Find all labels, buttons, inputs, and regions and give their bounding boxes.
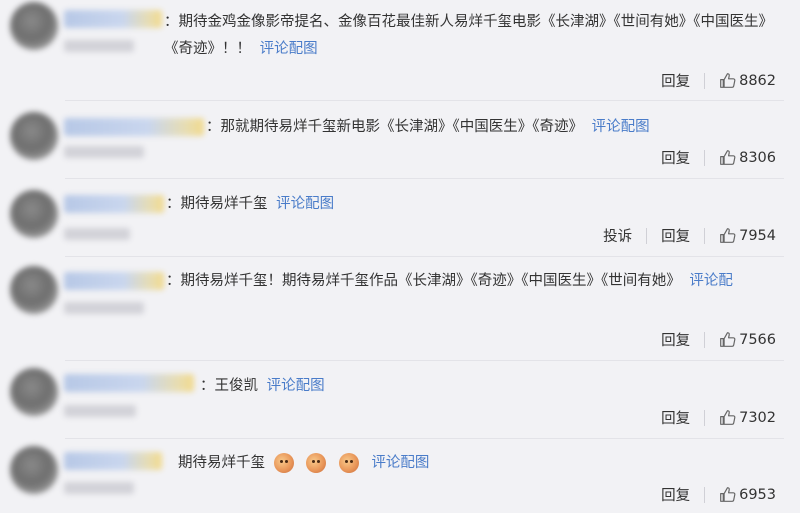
username-blurred[interactable] xyxy=(64,195,164,213)
face-emoji-icon xyxy=(338,453,359,473)
report-button[interactable]: 投诉 xyxy=(589,225,646,246)
reply-button[interactable]: 回复 xyxy=(647,407,704,428)
comment-body: ：王俊凯 xyxy=(200,378,258,394)
thumbs-up-icon xyxy=(720,150,736,165)
like-button[interactable]: 8862 xyxy=(705,72,776,89)
reply-button[interactable]: 回复 xyxy=(647,70,704,91)
like-button[interactable]: 7302 xyxy=(705,409,776,426)
username-blurred[interactable] xyxy=(64,10,162,28)
comment-divider xyxy=(65,256,784,257)
comment-image-link[interactable]: 评论配图 xyxy=(276,196,334,212)
comment-body: ：期待易烊千玺 xyxy=(166,196,268,212)
reply-button[interactable]: 回复 xyxy=(647,329,704,350)
like-count: 7302 xyxy=(739,409,776,426)
comment-actions: 回复 7566 xyxy=(647,329,776,350)
comment-text: ：那就期待易烊千玺新电影《长津湖》《中国医生》《奇迹》 评论配图 xyxy=(206,114,650,141)
comment-image-link[interactable]: 评论配图 xyxy=(260,41,318,57)
comment-actions: 回复 7302 xyxy=(647,407,776,428)
meta-blurred xyxy=(64,40,134,52)
face-emoji-icon xyxy=(306,453,327,473)
comment-body: ：那就期待易烊千玺新电影《长津湖》《中国医生》《奇迹》 xyxy=(206,119,583,135)
comment-image-link[interactable]: 评论配图 xyxy=(267,378,325,394)
like-count: 8862 xyxy=(739,72,776,89)
comment-text: 期待易烊千玺 评论配图 xyxy=(178,450,429,477)
reply-button[interactable]: 回复 xyxy=(647,147,704,168)
comment-body: ：期待易烊千玺！期待易烊千玺作品《长津湖》《奇迹》《中国医生》《世间有她》 xyxy=(166,273,681,289)
comment-image-link[interactable]: 评论配图 xyxy=(371,455,429,471)
like-button[interactable]: 7954 xyxy=(705,227,776,244)
thumbs-up-icon xyxy=(720,410,736,425)
meta-blurred xyxy=(64,146,144,158)
comment-text: ：期待金鸡金像影帝提名、金像百花最佳新人易烊千玺电影《长津湖》《世间有她》《中国… xyxy=(164,9,790,63)
like-count: 7954 xyxy=(739,227,776,244)
comment-divider xyxy=(65,438,784,439)
comment-divider xyxy=(65,178,784,179)
like-button[interactable]: 8306 xyxy=(705,149,776,166)
comment-text: ：期待易烊千玺 评论配图 xyxy=(166,191,334,218)
comment-text: ：期待易烊千玺！期待易烊千玺作品《长津湖》《奇迹》《中国医生》《世间有她》 评论… xyxy=(166,268,733,295)
comment-divider xyxy=(65,100,784,101)
comment-body: ：期待金鸡金像影帝提名、金像百花最佳新人易烊千玺电影《长津湖》《世间有她》《中国… xyxy=(164,14,773,57)
comment-actions: 回复 8306 xyxy=(647,147,776,168)
comment-text: ：王俊凯 评论配图 xyxy=(200,373,325,400)
like-button[interactable]: 7566 xyxy=(705,331,776,348)
username-blurred[interactable] xyxy=(64,374,194,392)
face-emoji-icon xyxy=(273,453,294,473)
reply-button[interactable]: 回复 xyxy=(647,484,704,505)
meta-blurred xyxy=(64,405,136,417)
reply-button[interactable]: 回复 xyxy=(647,225,704,246)
like-count: 7566 xyxy=(739,331,776,348)
thumbs-up-icon xyxy=(720,73,736,88)
like-button[interactable]: 6953 xyxy=(705,486,776,503)
comment-actions: 回复 8862 xyxy=(647,70,776,91)
comment-divider xyxy=(65,360,784,361)
comment-actions: 回复 6953 xyxy=(647,484,776,505)
meta-blurred xyxy=(64,302,144,314)
thumbs-up-icon xyxy=(720,332,736,347)
like-count: 6953 xyxy=(739,486,776,503)
comment-actions: 投诉 回复 7954 xyxy=(589,225,776,246)
like-count: 8306 xyxy=(739,149,776,166)
username-blurred[interactable] xyxy=(64,452,162,470)
username-blurred[interactable] xyxy=(64,272,164,290)
comment-body: 期待易烊千玺 xyxy=(178,455,265,471)
avatar[interactable] xyxy=(10,368,58,416)
username-blurred[interactable] xyxy=(64,118,204,136)
meta-blurred xyxy=(64,482,134,494)
avatar[interactable] xyxy=(10,266,58,314)
avatar[interactable] xyxy=(10,446,58,494)
meta-blurred xyxy=(64,228,130,240)
avatar[interactable] xyxy=(10,2,58,50)
avatar[interactable] xyxy=(10,190,58,238)
comment-image-link[interactable]: 评论配 xyxy=(689,273,733,289)
thumbs-up-icon xyxy=(720,487,736,502)
avatar[interactable] xyxy=(10,112,58,160)
thumbs-up-icon xyxy=(720,228,736,243)
comment-image-link[interactable]: 评论配图 xyxy=(592,119,650,135)
